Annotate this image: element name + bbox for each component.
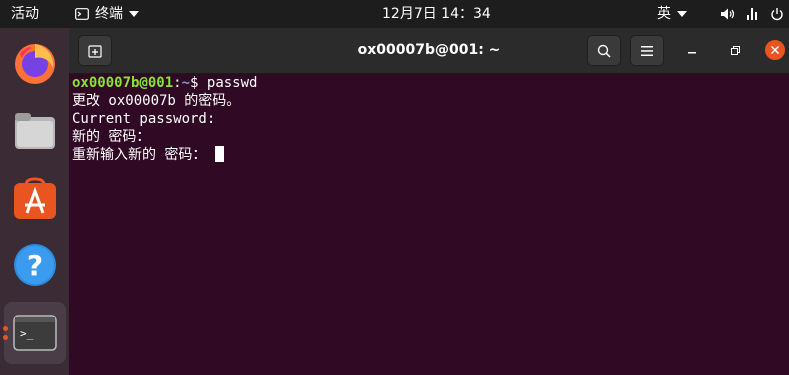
top-bar: 活动 终端 12月7日 14：34 英 [0, 0, 789, 28]
dock-software[interactable] [4, 168, 66, 230]
minimize-button[interactable] [682, 40, 702, 60]
dock-files[interactable] [4, 100, 66, 162]
output-line: 新的 密码： [72, 129, 151, 145]
terminal-window: ox00007b@001: ~ ox00007b@001:~$ passwd 更… [69, 28, 789, 375]
network-icon[interactable] [746, 0, 758, 28]
output-line: 更改 ox00007b 的密码。 [72, 93, 241, 109]
running-indicator [3, 326, 8, 331]
prompt-symbol: $ [190, 75, 207, 91]
dock: ? >_ [0, 28, 69, 375]
terminal-output[interactable]: ox00007b@001:~$ passwd 更改 ox00007b 的密码。 Cu… [72, 74, 257, 164]
close-icon [771, 46, 779, 54]
chevron-down-icon [677, 11, 687, 17]
window-title: ox00007b@001: ~ [357, 42, 501, 58]
minimize-icon [688, 52, 696, 54]
maximize-button[interactable] [725, 40, 745, 60]
menu-button[interactable] [630, 35, 664, 66]
prompt-separator: : [173, 75, 182, 91]
terminal-icon: >_ [13, 315, 57, 351]
hamburger-icon [641, 45, 653, 56]
prompt-user-host: ox00007b@001 [72, 75, 174, 91]
app-menu-label: 终端 [95, 6, 123, 22]
svg-text:>_: >_ [20, 327, 34, 340]
maximize-icon [730, 45, 740, 55]
output-line: Current password: [72, 111, 216, 127]
volume-icon[interactable] [720, 0, 736, 28]
command-text: passwd [206, 75, 258, 91]
terminal-app-icon [75, 8, 89, 20]
close-button[interactable] [765, 40, 785, 60]
prompt-line: ox00007b@001:~$ passwd [72, 74, 257, 92]
input-line: 重新输入新的 密码： [72, 146, 257, 164]
app-menu[interactable]: 终端 [75, 0, 139, 28]
output-line: 重新输入新的 密码： [72, 147, 207, 163]
text-cursor [214, 146, 224, 162]
firefox-icon [15, 44, 55, 84]
input-method-label: 英 [657, 6, 671, 22]
activities-button[interactable]: 活动 [11, 0, 39, 28]
svg-text:?: ? [27, 249, 43, 282]
input-method-menu[interactable]: 英 [657, 0, 687, 28]
new-tab-button[interactable] [78, 35, 112, 66]
header-bar: ox00007b@001: ~ [69, 28, 789, 74]
software-icon [14, 177, 56, 219]
running-indicator [3, 335, 8, 340]
prompt-path: ~ [181, 75, 191, 91]
files-icon [15, 113, 55, 149]
help-icon: ? [14, 244, 56, 286]
search-button[interactable] [587, 35, 621, 66]
new-tab-icon [88, 44, 102, 58]
search-icon [597, 44, 611, 58]
dock-help[interactable]: ? [4, 234, 66, 296]
power-icon[interactable] [770, 0, 784, 28]
dock-terminal[interactable]: >_ [3, 302, 66, 364]
dock-firefox[interactable] [4, 32, 66, 94]
clock[interactable]: 12月7日 14：34 [382, 0, 491, 28]
chevron-down-icon [129, 11, 139, 17]
